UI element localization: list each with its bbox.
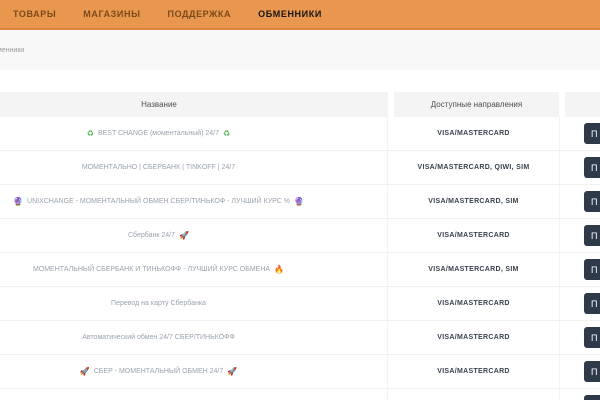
- table-row: Сбербанк 24/7 🚀 VISA/MASTERCARD П: [0, 219, 600, 253]
- directions-cell: VISA/MASTERCARD, QIWI, SIM: [388, 151, 560, 184]
- directions-cell: VISA/MASTERCARD, SIM: [388, 253, 560, 286]
- exchanger-name: Перевод на карту Сбербанка: [111, 300, 206, 307]
- directions-cell: VISA/MASTERCARD: [388, 117, 560, 150]
- column-header-action: [565, 92, 600, 117]
- crystal-ball-icon: 🔮: [13, 198, 23, 206]
- nav-tab-поддержка[interactable]: ПОДДЕРЖКА: [168, 9, 232, 19]
- go-button[interactable]: П: [584, 191, 600, 212]
- recycle-icon: ♻: [87, 130, 94, 138]
- exchanger-name: СБЕР - МОМЕНТАЛЬНЫЙ ОБМЕН 24/7: [94, 368, 223, 375]
- table-row: Автоматический обмен 24/7 СБЕР/ТИНЬКОФФ …: [0, 321, 600, 355]
- action-cell: П: [560, 355, 600, 388]
- go-button[interactable]: П: [584, 225, 600, 246]
- crystal-ball-icon: 🔮: [294, 198, 304, 206]
- directions-cell: VISA/MASTERCARD: [388, 321, 560, 354]
- table-row: П: [0, 389, 600, 400]
- directions-cell: VISA/MASTERCARD: [388, 287, 560, 320]
- breadcrumb: менники: [0, 47, 24, 54]
- action-cell: П: [560, 389, 600, 400]
- go-button[interactable]: П: [584, 327, 600, 348]
- action-cell: П: [560, 219, 600, 252]
- rocket-icon: 🚀: [80, 368, 90, 376]
- directions-cell: VISA/MASTERCARD, SIM: [388, 185, 560, 218]
- breadcrumb-bar: менники: [0, 30, 600, 70]
- action-cell: П: [560, 287, 600, 320]
- exchanger-name-cell: 🚀 СБЕР - МОМЕНТАЛЬНЫЙ ОБМЕН 24/7 🚀: [0, 355, 388, 388]
- table-body: ♻ BEST CHANGE (моментальный) 24/7 ♻ VISA…: [0, 117, 600, 400]
- exchanger-name-cell: [0, 389, 388, 400]
- nav-tab-магазины[interactable]: МАГАЗИНЫ: [83, 9, 140, 19]
- column-header-directions: Доступные направления: [394, 92, 559, 117]
- table-row: ♻ BEST CHANGE (моментальный) 24/7 ♻ VISA…: [0, 117, 600, 151]
- exchanger-name-cell: Перевод на карту Сбербанка: [0, 287, 388, 320]
- exchanger-name-cell: ♻ BEST CHANGE (моментальный) 24/7 ♻: [0, 117, 388, 150]
- recycle-icon: ♻: [223, 130, 230, 138]
- exchanger-name-cell: МОМЕНТАЛЬНО | СБЕРБАНК | TINKOFF | 24/7: [0, 151, 388, 184]
- go-button[interactable]: П: [584, 361, 600, 382]
- rocket-icon: 🚀: [227, 368, 237, 376]
- action-cell: П: [560, 185, 600, 218]
- directions-cell: [388, 389, 560, 400]
- exchanger-name: Автоматический обмен 24/7 СБЕР/ТИНЬКОФФ: [82, 334, 235, 341]
- nav-tab-товары[interactable]: ТОВАРЫ: [13, 9, 56, 19]
- action-cell: П: [560, 253, 600, 286]
- table-row: МОМЕНТАЛЬНЫЙ СБЕРБАНК И ТИНЬКОФФ - ЛУЧШИ…: [0, 253, 600, 287]
- column-header-name: Название: [0, 92, 388, 117]
- content-spacer: [0, 70, 600, 92]
- directions-cell: VISA/MASTERCARD: [388, 355, 560, 388]
- table-row: 🚀 СБЕР - МОМЕНТАЛЬНЫЙ ОБМЕН 24/7 🚀 VISA/…: [0, 355, 600, 389]
- exchanger-name: МОМЕНТАЛЬНЫЙ СБЕРБАНК И ТИНЬКОФФ - ЛУЧШИ…: [33, 266, 270, 273]
- exchanger-name: UNIXCHANGE - МОМЕНТАЛЬНЫЙ ОБМЕН СБЕР/ТИН…: [27, 198, 290, 205]
- exchanger-name: BEST CHANGE (моментальный) 24/7: [98, 130, 219, 137]
- top-navbar: ТОВАРЫ МАГАЗИНЫ ПОДДЕРЖКА ОБМЕННИКИ: [0, 0, 600, 30]
- go-button[interactable]: П: [584, 293, 600, 314]
- go-button[interactable]: П: [584, 395, 600, 400]
- go-button[interactable]: П: [584, 259, 600, 280]
- exchanger-name-cell: Автоматический обмен 24/7 СБЕР/ТИНЬКОФФ: [0, 321, 388, 354]
- exchanger-name-cell: 🔮 UNIXCHANGE - МОМЕНТАЛЬНЫЙ ОБМЕН СБЕР/Т…: [0, 185, 388, 218]
- go-button[interactable]: П: [584, 157, 600, 178]
- action-cell: П: [560, 321, 600, 354]
- exchanger-name-cell: Сбербанк 24/7 🚀: [0, 219, 388, 252]
- table-row: Перевод на карту Сбербанка VISA/MASTERCA…: [0, 287, 600, 321]
- rocket-icon: 🚀: [179, 232, 189, 240]
- table-header: Название Доступные направления: [0, 92, 600, 117]
- exchanger-name-cell: МОМЕНТАЛЬНЫЙ СБЕРБАНК И ТИНЬКОФФ - ЛУЧШИ…: [0, 253, 388, 286]
- exchanger-name: Сбербанк 24/7: [128, 232, 175, 239]
- table-row: МОМЕНТАЛЬНО | СБЕРБАНК | TINKOFF | 24/7 …: [0, 151, 600, 185]
- nav-tab-обменники[interactable]: ОБМЕННИКИ: [258, 9, 322, 19]
- action-cell: П: [560, 117, 600, 150]
- exchanger-name: МОМЕНТАЛЬНО | СБЕРБАНК | TINKOFF | 24/7: [82, 164, 235, 171]
- fire-icon: 🔥: [274, 266, 284, 274]
- go-button[interactable]: П: [584, 123, 600, 144]
- action-cell: П: [560, 151, 600, 184]
- directions-cell: VISA/MASTERCARD: [388, 219, 560, 252]
- table-row: 🔮 UNIXCHANGE - МОМЕНТАЛЬНЫЙ ОБМЕН СБЕР/Т…: [0, 185, 600, 219]
